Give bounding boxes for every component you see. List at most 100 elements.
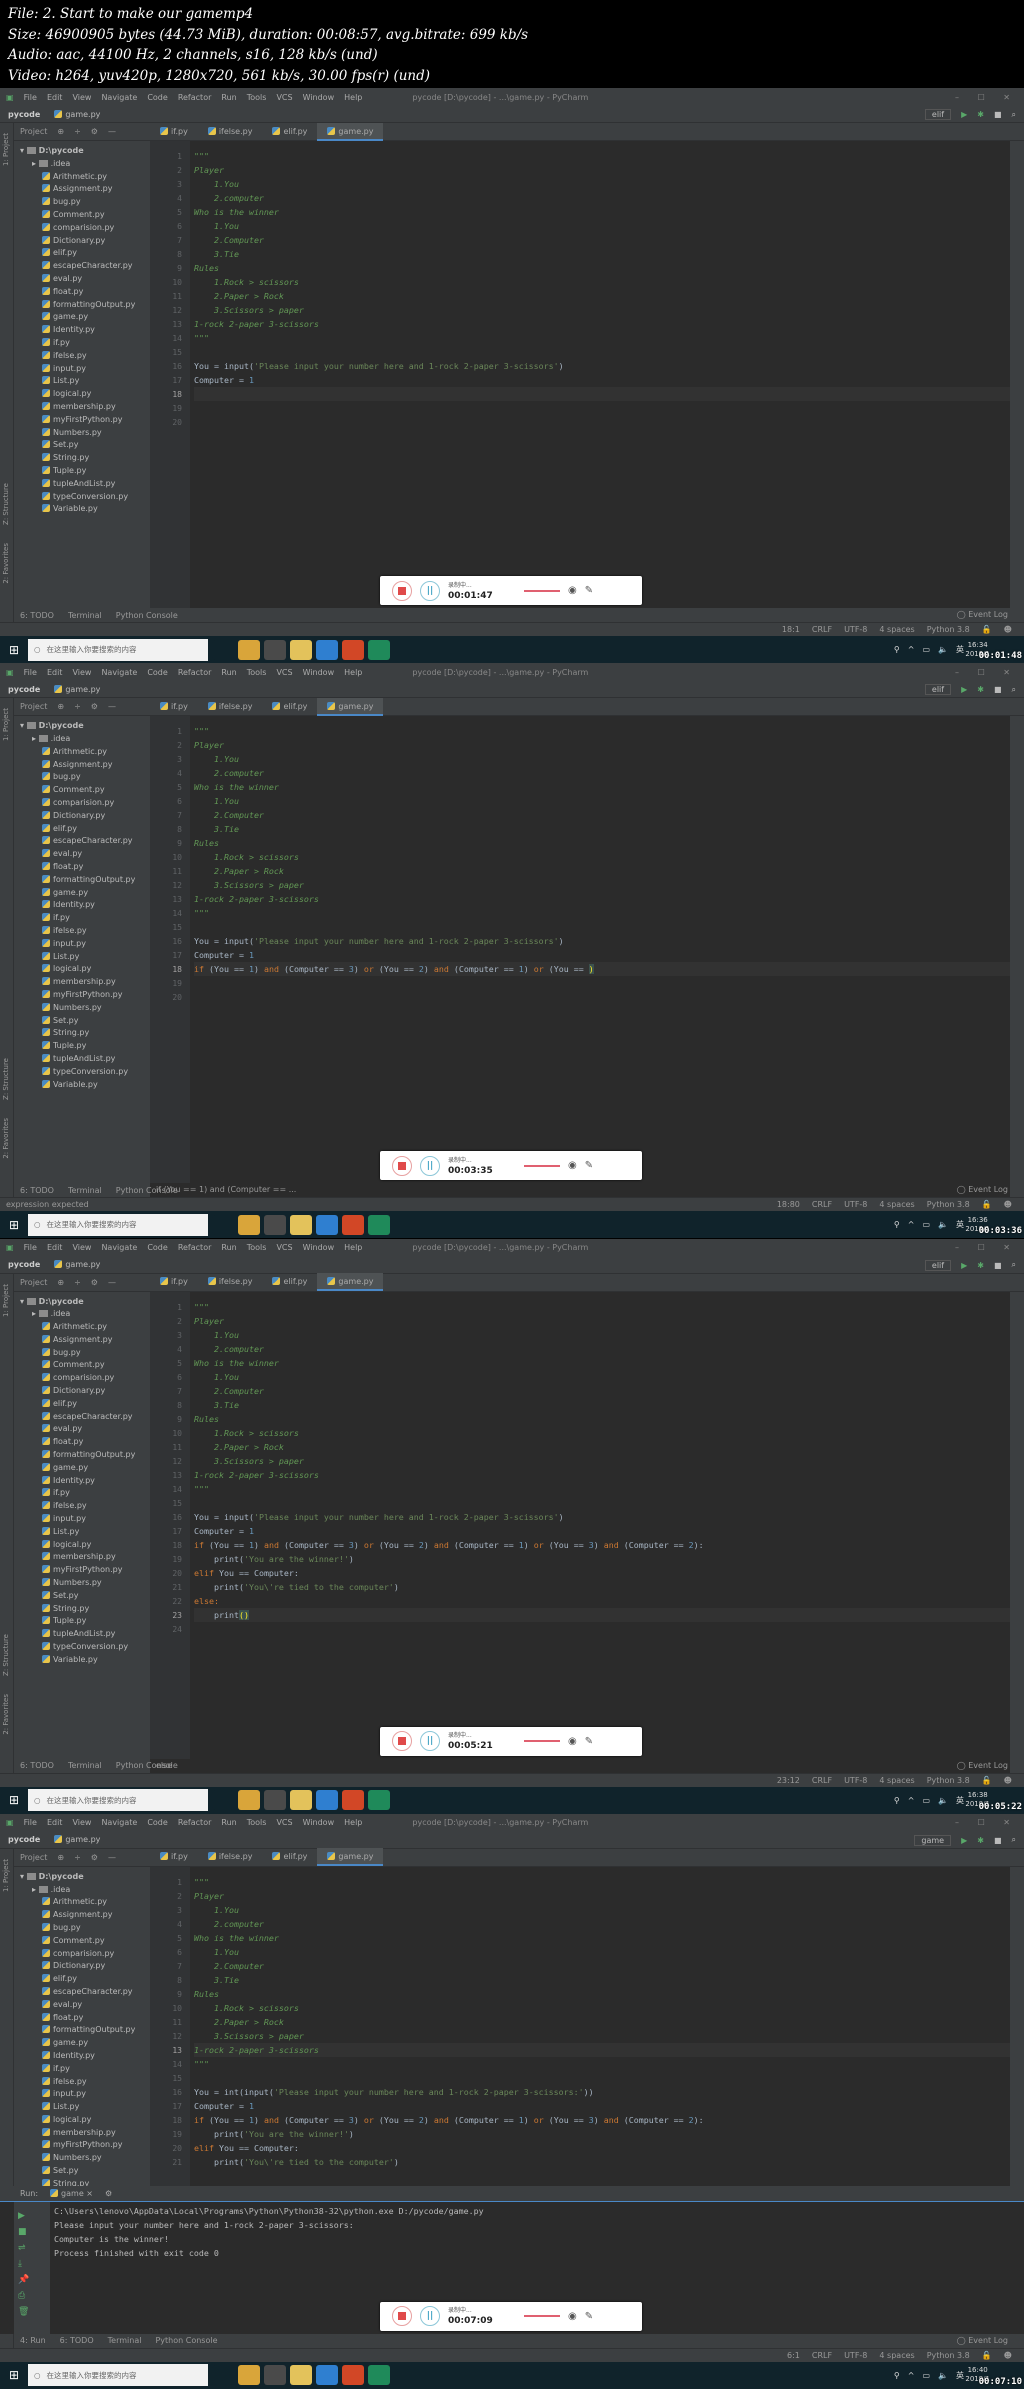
nav-project[interactable]: pycode: [8, 110, 40, 119]
run-config-select[interactable]: elif: [924, 109, 952, 120]
tool-tab-pythonconsole[interactable]: Python Console: [155, 2336, 217, 2345]
gear-icon[interactable]: ⚙: [91, 1853, 98, 1862]
tab-game[interactable]: game.py: [317, 1273, 384, 1291]
window-controls[interactable]: – ☐ ✕: [955, 1818, 1018, 1827]
favorites-tool-button[interactable]: 2: Favorites: [2, 1118, 10, 1159]
menu-file[interactable]: File: [24, 1243, 37, 1252]
vscode-icon[interactable]: [316, 639, 338, 660]
menu-edit[interactable]: Edit: [47, 1243, 63, 1252]
menu-code[interactable]: Code: [147, 1243, 167, 1252]
scroll-end-icon[interactable]: ⤓: [18, 2256, 46, 2272]
code-editor[interactable]: 1 """ 2 Player 3 1.You 4 2.computer 5 Who is th…: [150, 141, 1010, 608]
event-log-button[interactable]: ◯ Event Log: [957, 2334, 1008, 2348]
tree-file[interactable]: game.py: [14, 311, 150, 324]
status-item[interactable]: CRLF: [812, 2351, 832, 2360]
tool-tab-terminal[interactable]: Terminal: [68, 611, 102, 620]
record-pause-button[interactable]: ||: [420, 1155, 440, 1176]
tab-ifelse[interactable]: ifelse.py: [198, 123, 263, 141]
tree-file[interactable]: myFirstPython.py: [14, 1564, 150, 1577]
menu-vcs[interactable]: VCS: [276, 668, 292, 677]
tree-file[interactable]: elif.py: [14, 823, 150, 836]
tree-file[interactable]: List.py: [14, 375, 150, 388]
menu-help[interactable]: Help: [344, 1243, 362, 1252]
collapse-icon[interactable]: ÷: [74, 127, 81, 136]
cursor-position[interactable]: 23:12: [777, 1776, 800, 1785]
pycharm-icon[interactable]: [368, 2365, 390, 2386]
status-item[interactable]: Python 3.8: [927, 2351, 970, 2360]
tree-file[interactable]: tupleAndList.py: [14, 1628, 150, 1641]
tool-tab-todo[interactable]: 6: TODO: [20, 611, 54, 620]
vscode-icon[interactable]: [316, 2365, 338, 2386]
tab-game[interactable]: game.py: [317, 1848, 384, 1867]
menu-file[interactable]: File: [24, 668, 37, 677]
tree-file[interactable]: Identity.py: [14, 2050, 150, 2063]
menu-refactor[interactable]: Refactor: [178, 93, 212, 102]
start-button[interactable]: ⊞: [0, 643, 28, 657]
files-icon[interactable]: [290, 639, 312, 660]
sublime-icon[interactable]: [264, 639, 286, 660]
powerpoint-icon[interactable]: [342, 639, 364, 660]
tree-file[interactable]: ifelse.py: [14, 2076, 150, 2089]
tray-chevron-icon[interactable]: ^: [908, 2371, 915, 2380]
tree-file[interactable]: logical.py: [14, 388, 150, 401]
tree-file[interactable]: comparision.py: [14, 222, 150, 235]
menu-navigate[interactable]: Navigate: [101, 668, 137, 677]
run-icon[interactable]: ▶: [961, 685, 967, 694]
tree-file[interactable]: eval.py: [14, 848, 150, 861]
menu-code[interactable]: Code: [147, 93, 167, 102]
tree-file[interactable]: eval.py: [14, 1423, 150, 1436]
tab-game[interactable]: game.py: [317, 122, 384, 141]
inspector-icon[interactable]: ☻: [1004, 1200, 1012, 1209]
tree-file[interactable]: Assignment.py: [14, 1909, 150, 1922]
tree-file[interactable]: List.py: [14, 951, 150, 964]
code-editor[interactable]: 1 """ 2 Player 3 1.You 4 2.computer 5 Who is th…: [150, 1866, 1010, 2186]
tab-ifelse[interactable]: ifelse.py: [198, 1273, 263, 1291]
tree-root[interactable]: ▾ D:\pycode: [14, 1871, 150, 1884]
tool-tab-todo[interactable]: 6: TODO: [60, 2336, 94, 2345]
menu-navigate[interactable]: Navigate: [101, 1818, 137, 1827]
event-log-button[interactable]: ◯ Event Log: [957, 608, 1008, 622]
tree-file[interactable]: game.py: [14, 2037, 150, 2050]
webcam-icon[interactable]: ◉: [568, 2311, 577, 2322]
status-item[interactable]: 4 spaces: [879, 1200, 914, 1209]
tree-file[interactable]: membership.py: [14, 401, 150, 414]
tree-file[interactable]: if.py: [14, 337, 150, 350]
task-view-icon[interactable]: [212, 1790, 234, 1810]
tree-file[interactable]: float.py: [14, 2012, 150, 2025]
status-item[interactable]: CRLF: [812, 1200, 832, 1209]
record-stop-button[interactable]: [392, 580, 412, 601]
tree-file[interactable]: Set.py: [14, 439, 150, 452]
tool-tab-pythonconsole[interactable]: Python Console: [116, 1186, 178, 1195]
tree-folder-idea[interactable]: ▸ .idea: [14, 733, 150, 746]
tree-file[interactable]: escapeCharacter.py: [14, 835, 150, 848]
tree-file[interactable]: logical.py: [14, 963, 150, 976]
tree-file[interactable]: comparision.py: [14, 1948, 150, 1961]
input-language[interactable]: 英: [956, 2370, 964, 2381]
tree-file[interactable]: Variable.py: [14, 503, 150, 516]
menu-edit[interactable]: Edit: [47, 93, 63, 102]
webcam-icon[interactable]: ◉: [568, 1160, 577, 1171]
input-language[interactable]: 英: [956, 644, 964, 655]
chrome-icon[interactable]: [238, 1790, 260, 1810]
tree-file[interactable]: Identity.py: [14, 1475, 150, 1488]
structure-tool-button[interactable]: Z: Structure: [2, 1634, 10, 1676]
task-view-icon[interactable]: [212, 2365, 234, 2386]
tree-file[interactable]: String.py: [14, 1027, 150, 1040]
tree-file[interactable]: Dictionary.py: [14, 1960, 150, 1973]
tree-file[interactable]: eval.py: [14, 273, 150, 286]
tree-file[interactable]: input.py: [14, 363, 150, 376]
menu-tools[interactable]: Tools: [247, 668, 267, 677]
menu-view[interactable]: View: [72, 1818, 91, 1827]
menu-navigate[interactable]: Navigate: [101, 1243, 137, 1252]
rerun-icon[interactable]: ▶: [18, 2208, 46, 2224]
nav-file[interactable]: game.py: [54, 684, 100, 694]
tree-file[interactable]: logical.py: [14, 2114, 150, 2127]
debug-icon[interactable]: ✱: [977, 110, 984, 119]
tree-file[interactable]: float.py: [14, 861, 150, 874]
tree-file[interactable]: Numbers.py: [14, 1577, 150, 1590]
search-icon[interactable]: ⌕: [1012, 1835, 1016, 1845]
tree-file[interactable]: Tuple.py: [14, 1040, 150, 1053]
tree-file[interactable]: Arithmetic.py: [14, 1321, 150, 1334]
nav-project[interactable]: pycode: [8, 1260, 40, 1269]
stop-icon[interactable]: ■: [18, 2224, 46, 2240]
